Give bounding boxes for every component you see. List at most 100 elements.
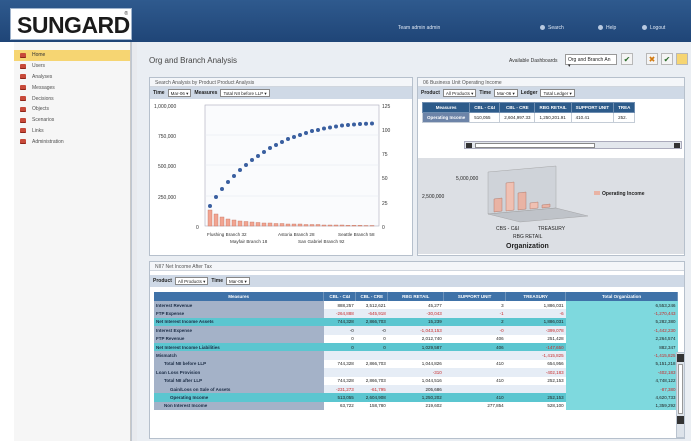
scroll-thumb[interactable] [475,143,595,148]
bar [255,222,261,227]
grid-header[interactable]: CBL - CRE [499,102,536,113]
nav-help-label: Help [606,25,617,31]
folder-icon [20,63,26,69]
cell: 3 [443,301,506,310]
table-row: Interest Revenue 888,257 3,512,621 45,277 3 1… [154,301,678,310]
sidebar-item-links[interactable]: Links [14,126,130,137]
cell: 1,886,031 [505,301,566,310]
cell: 2,264,574 [565,334,678,343]
bar [333,224,339,227]
cross-icon: ✖ [648,54,656,64]
cell: -1,415,825 [505,351,566,360]
bar [249,221,255,227]
measures-select-value: Total NII before LLP [223,91,264,96]
cell: 513,055 [323,393,356,402]
table-row: Total NII before LLP 744,328 2,866,703 1,04… [154,359,678,369]
sidebar-item-decisions[interactable]: Decisions [14,93,130,104]
grid-header[interactable]: TREA [613,102,636,113]
folder-icon [20,52,26,58]
product-select[interactable]: All Products ▾ [174,277,209,285]
sidebar-item-users[interactable]: Users [14,61,130,72]
operating-income-3d-chart: 5,000,000 2,500,000 CBS - C&I TREASURY R… [418,158,684,254]
cell: -402,183 [565,368,678,377]
folder-icon [20,85,26,91]
bar [207,209,213,227]
top-header: SUNGARD ® Team admin admin Search Help L… [0,0,691,42]
point [268,146,272,150]
sidebar-item-objects[interactable]: Objects [14,104,130,115]
point [220,187,224,191]
cell [505,384,566,394]
cell: 1,886,031 [505,317,566,327]
point [232,174,236,178]
product-select[interactable]: All Products ▾ [442,89,477,97]
point [298,133,302,137]
bar [321,224,327,227]
sidebar-item-scenarios[interactable]: Scenarios [14,115,130,126]
dashboard-select[interactable]: Org and Branch An ▾ [565,54,617,69]
grid-header[interactable]: Measures [422,102,471,113]
cell: -264,888 [323,309,356,318]
grid-header[interactable]: RBG RETAIL [534,102,572,113]
scroll-up-icon[interactable] [677,354,684,362]
measures-select[interactable]: Total NII before LLP ▾ [220,89,270,97]
row-label: Non Interest Income [154,401,324,411]
save-button[interactable]: ✔ [661,53,673,65]
y-tick-right: 25 [382,201,388,207]
grid-header[interactable]: CBL - C&I [469,102,501,113]
point [214,195,218,199]
cell: -310 [387,368,444,377]
grid-header[interactable]: SUPPORT UNIT [443,292,507,301]
income-grid: Measures CBL - C&I CBL - CRE RBG RETAIL … [422,102,636,123]
scroll-right-icon[interactable] [674,143,680,148]
cell: 252. [613,112,636,123]
time-select[interactable]: Mar-06 ▾ [167,89,192,97]
bar [231,219,237,227]
logout-icon [642,25,647,31]
time-select[interactable]: Mar-06 ▾ [226,277,250,285]
cell: 0 [355,342,388,352]
sidebar-item-administration[interactable]: Administration [14,136,130,147]
remove-button[interactable]: ✖ [646,53,658,65]
point [328,125,332,130]
cell: 0 [323,342,356,352]
folder-button[interactable] [676,53,688,65]
sidebar: Home Users Analyses Messages Decisions O… [14,42,131,441]
nav-logout[interactable]: Logout [642,25,665,31]
scroll-thumb[interactable] [678,364,683,414]
scroll-left-icon[interactable] [466,143,472,148]
cell: 252,153 [505,376,566,385]
sidebar-item-messages[interactable]: Messages [14,82,130,93]
sidebar-item-analyses[interactable]: Analyses [14,72,130,83]
grid-header[interactable]: CBL - CRE [355,292,389,301]
cell: 219,602 [387,401,444,411]
nav-search[interactable]: Search [540,25,564,31]
cell: 744,328 [323,317,356,327]
product-label: Product [153,278,172,284]
page-title: Org and Branch Analysis [149,56,238,65]
horizontal-scrollbar[interactable] [464,141,682,149]
cell: 2,604,997.33 [499,112,536,123]
logo: SUNGARD ® [10,8,132,40]
grid-header[interactable]: Measures [154,292,325,301]
ledger-select[interactable]: Total Ledger ▾ [540,89,575,97]
table-row: FTP Revenue 0 0 2,012,740 406 251,428 2,264,57… [154,334,678,343]
scroll-down-icon[interactable] [677,416,684,424]
time-select-value: Mar-06 [229,279,244,284]
grid-header[interactable]: Total Organization [565,292,678,301]
grid-header[interactable]: RBG RETAIL [387,292,445,301]
sidebar-item-home[interactable]: Home [14,50,130,61]
category-label: CBS - C&I [496,226,519,232]
apply-button[interactable]: ✔ [621,53,633,65]
main-content: Org and Branch Analysis Available Dashbo… [137,42,691,441]
bar [273,223,279,227]
vertical-scrollbar[interactable] [676,352,685,438]
grid-header[interactable]: TREASURY [505,292,567,301]
sidebar-item-label: Messages [32,84,55,91]
time-select[interactable]: Mar-06 ▾ [494,89,518,97]
cell: 63,722 [323,401,356,411]
grid-header[interactable]: SUPPORT UNIT [570,102,615,113]
nav-help[interactable]: Help [598,25,616,31]
cell: 1,044,516 [387,376,444,385]
grid-header[interactable]: CBL - C&I [323,292,357,301]
